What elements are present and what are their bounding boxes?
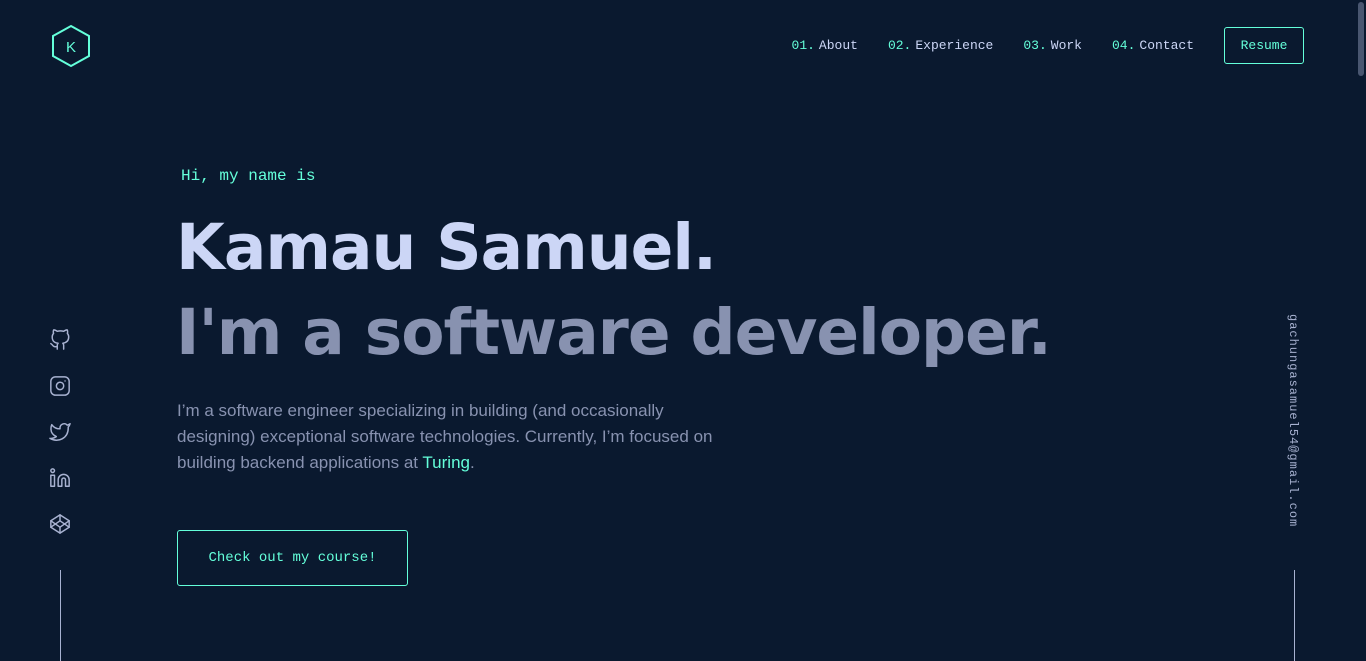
intro-end: . xyxy=(469,453,475,472)
hero-greeting: Hi, my name is xyxy=(181,167,316,185)
hero-tagline: I'm a software developer. xyxy=(176,296,1052,369)
nav-label: Work xyxy=(1050,38,1082,53)
nav-number: 01. xyxy=(791,38,815,53)
course-button[interactable]: Check out my course! xyxy=(177,530,408,586)
nav-item-work[interactable]: 03. Work xyxy=(1023,38,1082,53)
nav-label: Contact xyxy=(1139,38,1194,53)
social-sidebar xyxy=(48,328,72,559)
twitter-icon[interactable] xyxy=(48,421,72,445)
nav-number: 04. xyxy=(1111,38,1136,53)
scrollbar[interactable] xyxy=(1356,0,1366,661)
hero-name: Kamau Samuel. xyxy=(176,211,717,284)
linkedin-icon[interactable] xyxy=(48,467,72,491)
resume-button[interactable]: Resume xyxy=(1224,27,1304,64)
main-nav: 01. About 02. Experience 03. Work 04. Contac… xyxy=(792,27,1304,64)
instagram-icon[interactable] xyxy=(48,375,72,399)
turing-link[interactable]: Turing xyxy=(422,453,470,472)
logo[interactable]: K xyxy=(50,24,92,68)
email-link[interactable]: gachungasamuel54@gmail.com xyxy=(1286,314,1300,527)
nav-label: About xyxy=(818,38,858,53)
logo-letter: K xyxy=(66,39,76,56)
nav-number: 02. xyxy=(887,38,912,53)
codepen-icon[interactable] xyxy=(48,513,72,537)
nav-item-contact[interactable]: 04. Contact xyxy=(1112,38,1194,53)
nav-item-experience[interactable]: 02. Experience xyxy=(888,38,993,53)
github-icon[interactable] xyxy=(48,329,72,353)
email-divider-line xyxy=(1294,570,1295,661)
social-divider-line xyxy=(60,570,61,661)
nav-number: 03. xyxy=(1023,38,1047,53)
nav-item-about[interactable]: 01. About xyxy=(792,38,858,53)
hexagon-logo-icon: K xyxy=(52,24,90,68)
scrollbar-thumb[interactable] xyxy=(1358,2,1364,76)
nav-label: Experience xyxy=(915,38,994,53)
hero-intro: I’m a software engineer specializing in … xyxy=(177,398,717,476)
